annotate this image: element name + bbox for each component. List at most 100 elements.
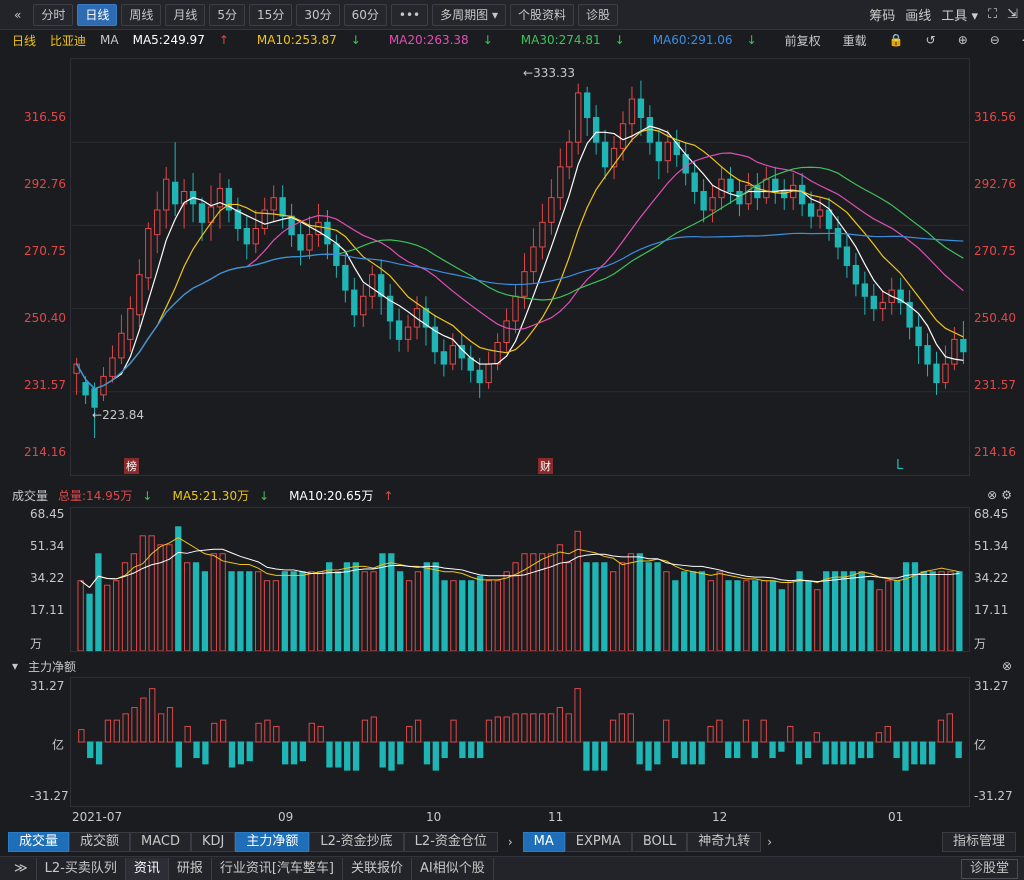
axis-label: 316.56 <box>974 110 1016 124</box>
period-tab[interactable]: 15分 <box>249 3 293 26</box>
info-tab[interactable]: 行业资讯[汽车整车] <box>212 857 344 880</box>
volume-bar <box>148 535 155 651</box>
stock-name: 比亚迪 <box>50 33 87 48</box>
volume-bar <box>840 571 848 651</box>
candle-body <box>592 117 600 143</box>
axis-label: 250.40 <box>24 311 66 325</box>
rank-marker[interactable]: 榜 <box>124 458 139 474</box>
indicator-tabs: 成交量 成交额 MACD KDJ 主力净额 L2-资金抄底 L2-资金仓位 › MA EXPMA B… <box>0 831 1024 853</box>
volume-bar <box>370 571 377 651</box>
diagnose-hall-button[interactable]: 诊股堂 <box>960 858 1018 879</box>
info-tab[interactable]: 研报 <box>169 857 212 880</box>
date-label: 11 <box>548 810 564 824</box>
back-icon[interactable]: « <box>6 4 29 26</box>
indicator-tab[interactable]: BOLL <box>631 832 688 852</box>
candle-body <box>154 209 161 236</box>
netflow-bar <box>725 741 732 759</box>
axis-label: 68.45 <box>974 507 1009 521</box>
indicator-tab[interactable]: KDJ <box>191 832 236 852</box>
volume-chart[interactable] <box>70 507 970 652</box>
collapse-icon[interactable]: ▾ <box>12 659 18 673</box>
info-tab[interactable]: 资讯 <box>125 857 169 880</box>
volume-bar <box>592 562 599 651</box>
tools-dropdown[interactable]: 工具 ▾ <box>941 5 978 24</box>
indicator-tab[interactable]: 成交额 <box>69 832 131 852</box>
fullscreen-icon[interactable]: ⛶ <box>988 7 997 22</box>
indicator-tab[interactable]: 成交量 <box>8 832 70 852</box>
candle-body <box>503 320 510 343</box>
period-tab[interactable]: 日线 <box>77 3 118 26</box>
candlestick-chart[interactable] <box>70 58 970 476</box>
indicator-tab[interactable]: L2-资金抄底 <box>309 832 404 852</box>
adjust-button[interactable]: 前复权 <box>785 32 821 49</box>
info-tab[interactable]: AI相似个股 <box>412 857 494 880</box>
period-tab[interactable]: 60分 <box>343 3 387 26</box>
period-tab[interactable]: 30分 <box>296 3 340 26</box>
undo-icon[interactable]: ↺ <box>926 33 936 47</box>
netflow-bar <box>866 741 874 759</box>
period-tab[interactable]: 月线 <box>165 3 206 26</box>
close-icon[interactable]: ⊗ <box>1002 659 1012 673</box>
zoom-out-icon[interactable]: ⊖ <box>990 33 1000 47</box>
chevron-right-icon[interactable]: › <box>767 835 772 849</box>
netflow-bar <box>813 732 821 743</box>
indicator-tab[interactable]: L2-资金仓位 <box>403 832 498 852</box>
stock-info-button[interactable]: 个股资料 <box>510 3 575 26</box>
volume-bar <box>565 562 572 651</box>
axis-label: 51.34 <box>974 539 1009 553</box>
lock-icon[interactable]: 🔒 <box>889 33 904 47</box>
netflow-chart[interactable] <box>70 677 970 807</box>
indicator-manager-button[interactable]: 指标管理 <box>941 832 1016 852</box>
top-toolbar: « 分时 日线 周线 月线 5分 15分 30分 60分 ••• 多周期图 ▾ 个股资料 诊股… <box>0 0 1024 30</box>
indicator-tab[interactable]: 神奇九转 <box>687 832 762 852</box>
diagnose-button[interactable]: 诊股 <box>578 3 619 26</box>
volume-bar <box>290 571 297 651</box>
arrow-down-icon: ↓ <box>746 33 757 47</box>
volume-bar <box>663 571 670 651</box>
ma10-line <box>76 128 964 390</box>
toggle-icon[interactable]: ≫ <box>6 857 37 880</box>
more-button[interactable]: ••• <box>390 3 429 26</box>
candle-body <box>395 320 403 340</box>
volume-bar <box>104 584 111 651</box>
volume-bar <box>547 553 555 651</box>
finance-marker[interactable]: 财 <box>538 458 553 474</box>
volume-bar <box>654 562 661 651</box>
netflow-bar <box>157 713 165 743</box>
period-tab[interactable]: 5分 <box>209 3 246 26</box>
volume-bar <box>858 571 865 651</box>
axis-label: 34.22 <box>974 571 1009 585</box>
indicator-tab[interactable]: MA <box>522 832 565 852</box>
indicator-tab[interactable]: MACD <box>130 832 191 852</box>
chips-button[interactable]: 筹码 <box>869 5 895 24</box>
netflow-bar <box>769 741 776 759</box>
netflow-bar <box>228 741 236 768</box>
period-tab[interactable]: 周线 <box>121 3 162 26</box>
candle-body <box>270 197 277 211</box>
axis-label: 231.57 <box>24 378 66 392</box>
info-tab[interactable]: 关联报价 <box>343 857 413 880</box>
volume-bar <box>112 580 120 651</box>
candle-body <box>601 141 609 168</box>
close-icon[interactable]: ⊗ <box>987 488 997 502</box>
ma20-line <box>76 152 964 390</box>
expand-icon[interactable]: ⇲ <box>1007 7 1018 22</box>
zoom-in-icon[interactable]: ⊕ <box>958 33 968 47</box>
draw-line-button[interactable]: 画线 <box>905 5 931 24</box>
candle-body <box>82 382 89 396</box>
period-tab[interactable]: 分时 <box>33 3 74 26</box>
indicator-tab[interactable]: EXPMA <box>564 832 632 852</box>
chevron-right-icon[interactable]: › <box>508 835 513 849</box>
l-marker[interactable]: L <box>896 458 903 473</box>
netflow-bar <box>601 741 608 771</box>
indicator-tab[interactable]: 主力净额 <box>235 832 310 852</box>
gear-icon[interactable]: ⚙ <box>1001 488 1012 502</box>
netflow-bar <box>104 719 112 743</box>
volume-bar <box>86 593 93 651</box>
multi-period-dropdown[interactable]: 多周期图 ▾ <box>432 3 506 26</box>
info-tab[interactable]: L2-买卖队列 <box>37 857 126 880</box>
period-label: 日线 <box>12 33 37 48</box>
volume-bar <box>237 571 244 651</box>
reload-button[interactable]: 重载 <box>843 32 867 49</box>
volume-bar <box>610 571 617 651</box>
